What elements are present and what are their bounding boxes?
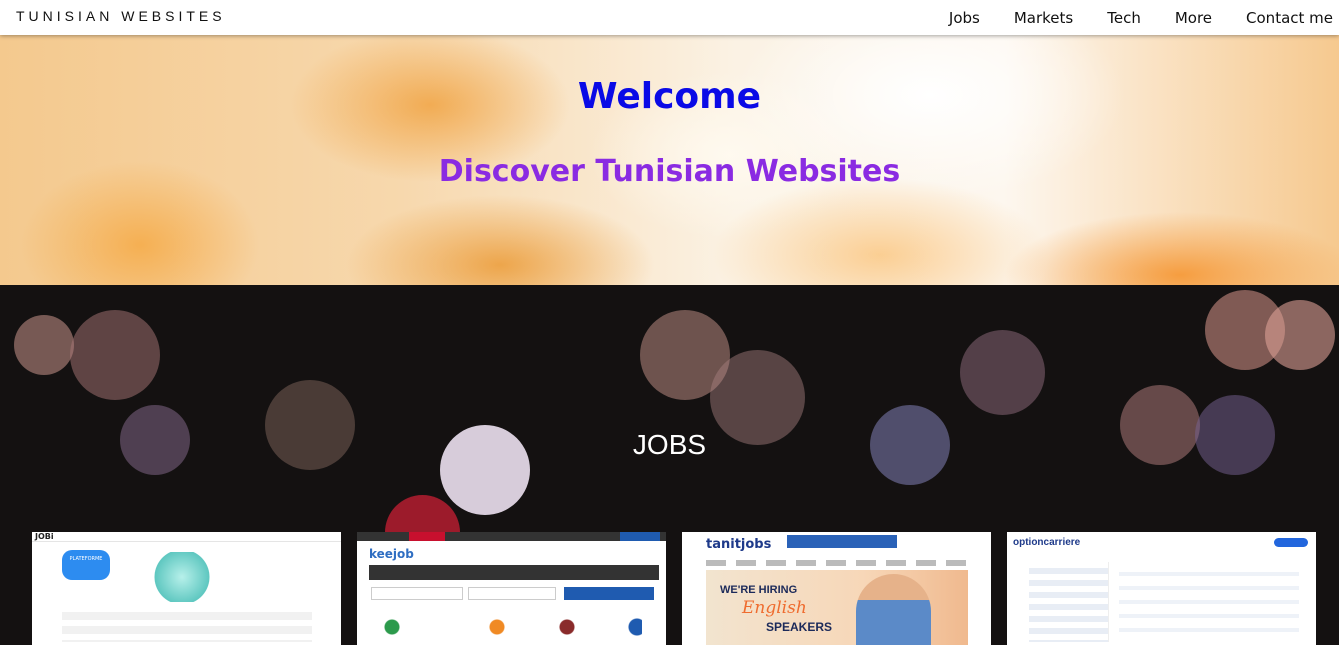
hero-banner: Welcome Discover Tunisian Websites (0, 35, 1339, 285)
filter-panel (1029, 562, 1109, 642)
nav-link-tech[interactable]: Tech (1107, 9, 1141, 27)
person-image (856, 574, 931, 645)
platform-badge: PLATEFORME (62, 550, 110, 580)
search-form (62, 612, 312, 642)
bokeh-light (70, 310, 160, 400)
optioncarriere-site-card[interactable]: optioncarriere (1007, 532, 1316, 645)
hero-title: Welcome (577, 76, 762, 117)
top-banner (787, 535, 897, 548)
site-logo: JOBi (35, 532, 54, 541)
login-button (1274, 538, 1308, 547)
bokeh-light (14, 315, 74, 375)
nav-menu: Jobs Markets Tech More Contact me (915, 0, 1333, 35)
search-button (564, 587, 654, 600)
site-logo: tanitjobs (706, 537, 772, 552)
nav-link-jobs[interactable]: Jobs (949, 9, 980, 27)
jobs-section: JOBS JOBi PLATEFORME keejob tanitjobs WE… (0, 285, 1339, 645)
hero-subtitle: Discover Tunisian Websites (438, 154, 901, 189)
nav-link-more[interactable]: More (1175, 9, 1212, 27)
select-field (468, 587, 556, 600)
bokeh-light (960, 330, 1045, 415)
site-menu (706, 560, 968, 566)
jobs-card-row: JOBi PLATEFORME keejob tanitjobs WE'RE H… (32, 532, 1316, 645)
site-logo: optioncarriere (1013, 537, 1081, 548)
illustration (127, 552, 237, 602)
ad-line-3: SPEAKERS (766, 620, 833, 634)
site-menu (369, 565, 659, 580)
search-field (371, 587, 463, 600)
jobi-site-card[interactable]: JOBi PLATEFORME (32, 532, 341, 645)
ad-line-2: English (742, 598, 807, 618)
card-header-bar: JOBi (32, 532, 341, 542)
site-brand[interactable]: TUNISIAN WEBSITES (16, 8, 226, 24)
job-list (1119, 562, 1299, 642)
hiring-ad: WE'RE HIRING English SPEAKERS (706, 570, 968, 645)
ad-line-1: WE'RE HIRING (720, 584, 798, 596)
nav-link-markets[interactable]: Markets (1014, 9, 1073, 27)
top-navbar: TUNISIAN WEBSITES Jobs Markets Tech More… (0, 0, 1339, 35)
card-header-bar (357, 532, 666, 541)
nav-link-contact[interactable]: Contact me (1246, 9, 1333, 27)
bokeh-light (1265, 300, 1335, 370)
tanitjobs-site-card[interactable]: tanitjobs WE'RE HIRING English SPEAKERS (682, 532, 991, 645)
partner-logos (382, 618, 642, 636)
site-logo: keejob (369, 547, 414, 561)
jobs-section-title: JOBS (632, 429, 707, 460)
keejob-site-card[interactable]: keejob (357, 532, 666, 645)
